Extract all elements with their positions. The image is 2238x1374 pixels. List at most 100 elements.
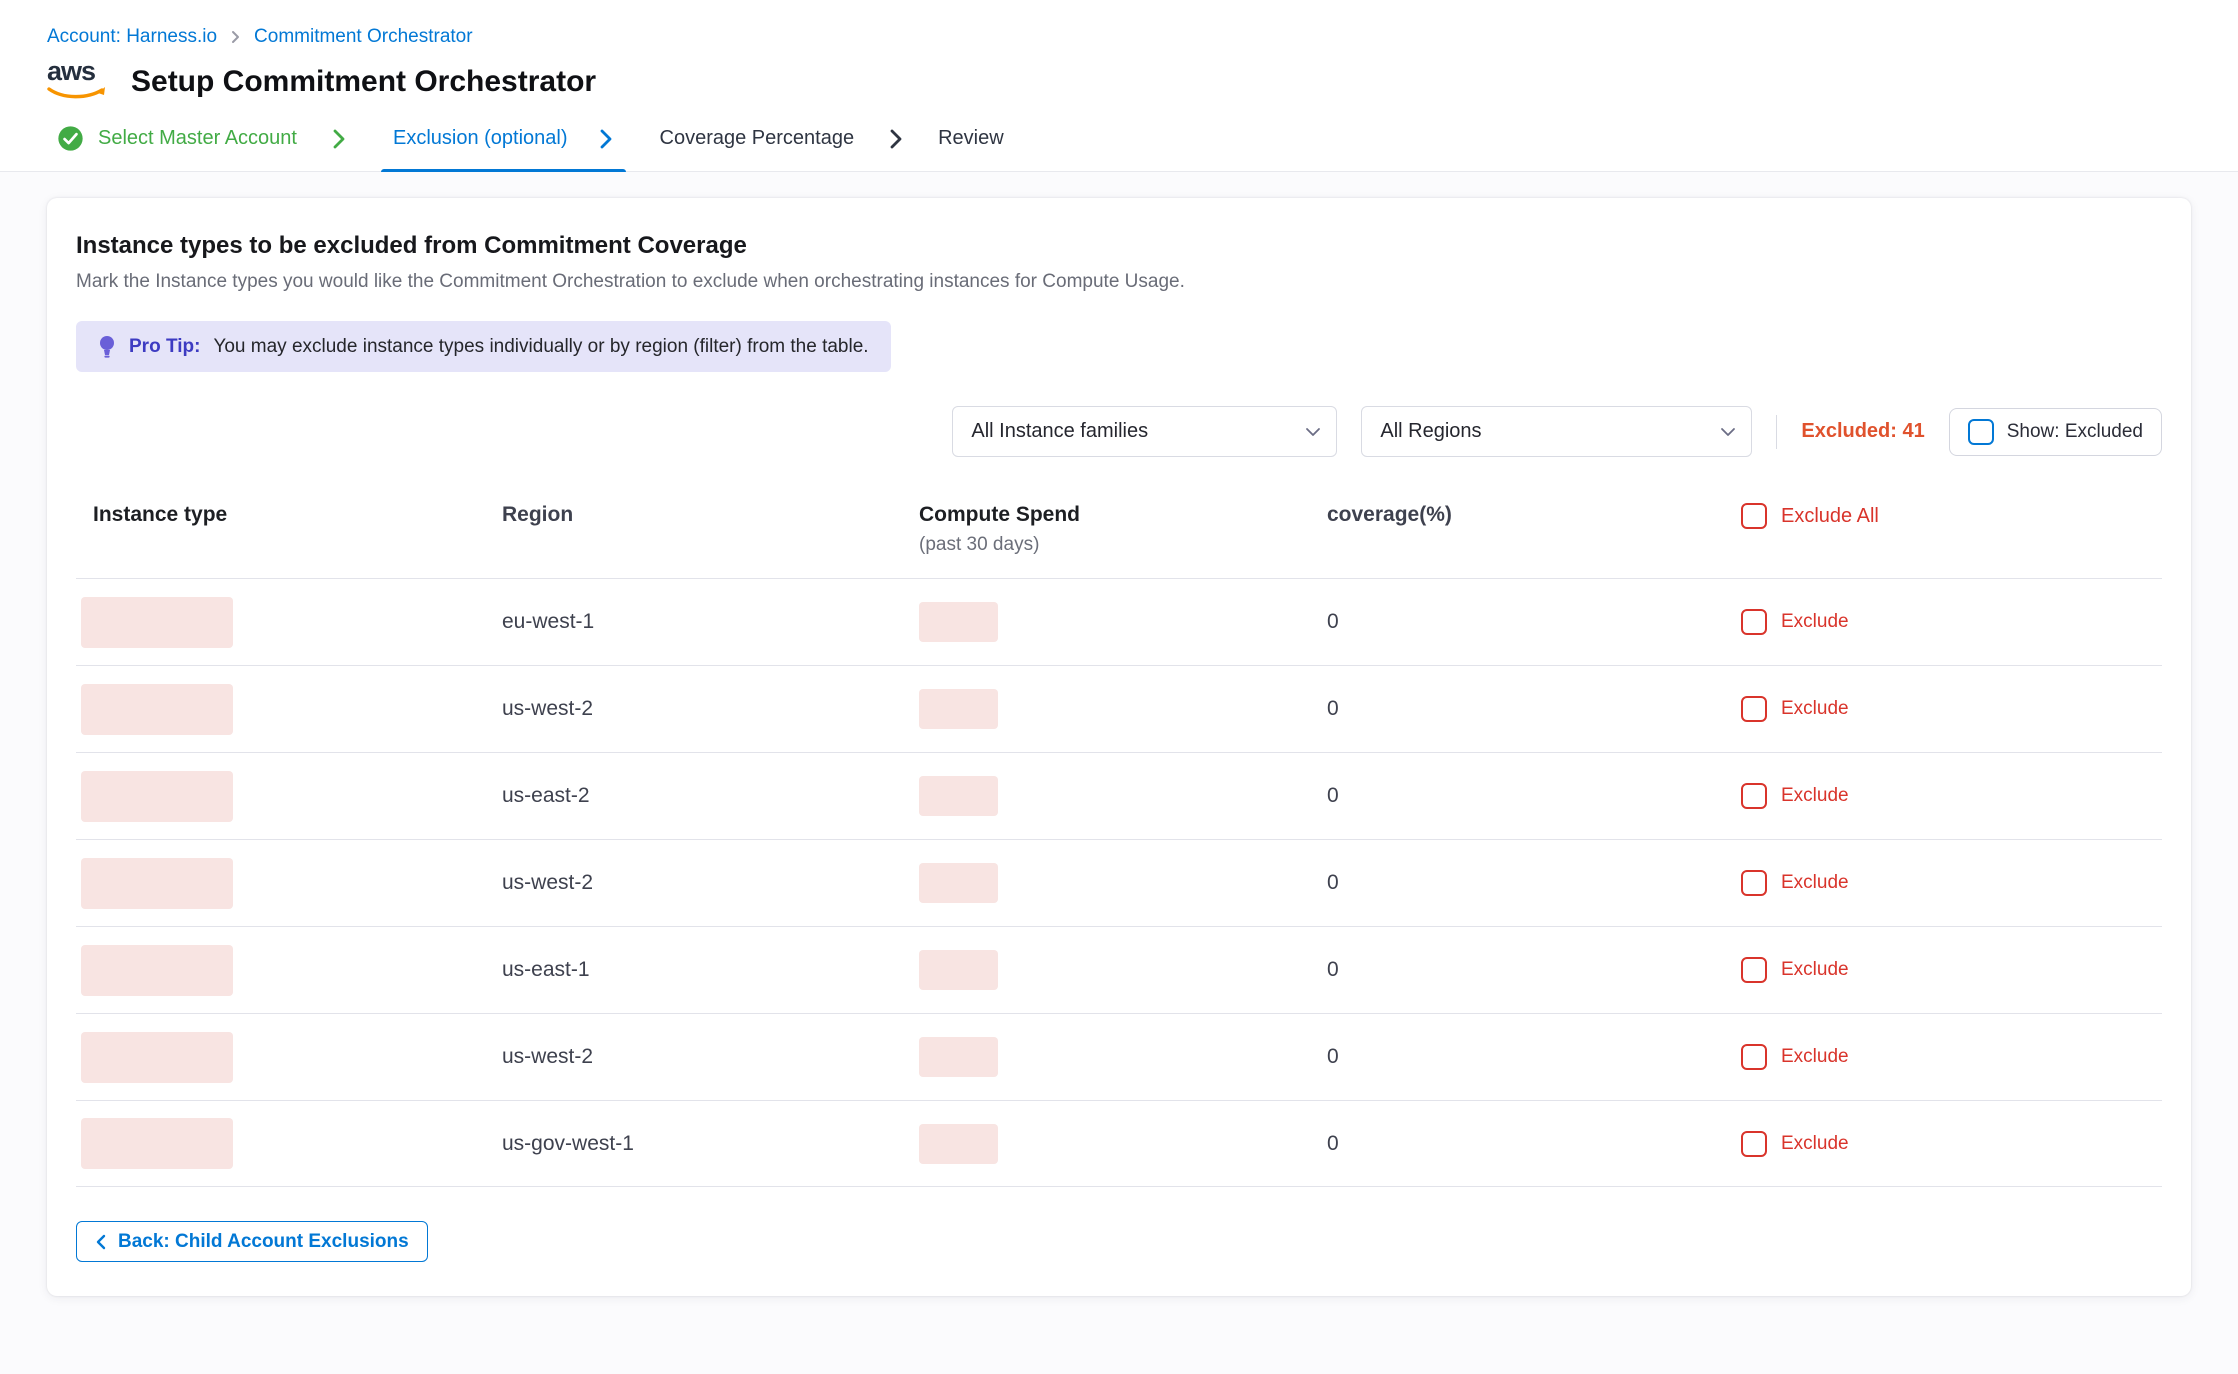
table-row: us-west-2 0 Exclude	[76, 839, 2162, 926]
instance-families-select[interactable]: All Instance families	[952, 406, 1337, 457]
exclusion-card: Instance types to be excluded from Commi…	[47, 198, 2191, 1296]
exclude-all-label[interactable]: Exclude All	[1781, 505, 1879, 528]
back-child-account-exclusions-button[interactable]: Back: Child Account Exclusions	[76, 1221, 428, 1262]
step-complete-check-icon	[57, 125, 84, 152]
setup-stepper: Select Master Account Exclusion (optiona…	[0, 106, 2238, 172]
exclude-checkbox[interactable]	[1741, 957, 1767, 983]
table-row: us-east-2 0 Exclude	[76, 752, 2162, 839]
redacted-instance-type	[81, 858, 233, 909]
step-coverage-percentage[interactable]: Coverage Percentage	[660, 127, 855, 150]
exclude-checkbox[interactable]	[1741, 696, 1767, 722]
pro-tip-label: Pro Tip:	[129, 336, 200, 358]
breadcrumb-separator-icon	[229, 29, 242, 45]
redacted-instance-type	[81, 945, 233, 996]
region-cell: us-west-2	[502, 697, 919, 721]
region-cell: us-east-1	[502, 958, 919, 982]
region-cell: us-west-2	[502, 871, 919, 895]
region-cell: us-west-2	[502, 1045, 919, 1069]
exclude-label[interactable]: Exclude	[1781, 959, 1849, 981]
aws-logo: aws	[47, 56, 113, 102]
exclude-label[interactable]: Exclude	[1781, 611, 1849, 633]
coverage-cell: 0	[1327, 958, 1741, 982]
step-review[interactable]: Review	[938, 127, 1004, 150]
column-header-instance-type: Instance type	[76, 503, 502, 527]
table-row: us-west-2 0 Exclude	[76, 1013, 2162, 1100]
coverage-cell: 0	[1327, 610, 1741, 634]
lightbulb-icon	[98, 334, 116, 360]
stepper-chevron-icon	[888, 128, 904, 150]
redacted-compute-spend	[919, 1037, 998, 1077]
stepper-chevron-icon	[598, 128, 614, 150]
breadcrumb-account-link[interactable]: Account: Harness.io	[47, 26, 217, 48]
aws-smile-icon	[47, 86, 109, 102]
step-exclusion[interactable]: Exclusion (optional)	[381, 106, 626, 171]
aws-logo-text: aws	[47, 56, 113, 86]
regions-select[interactable]: All Regions	[1361, 406, 1752, 457]
exclude-label[interactable]: Exclude	[1781, 698, 1849, 720]
redacted-instance-type	[81, 684, 233, 735]
table-row: us-west-2 0 Exclude	[76, 665, 2162, 752]
redacted-compute-spend	[919, 776, 998, 816]
show-excluded-toggle[interactable]: Show: Excluded	[1949, 408, 2162, 456]
exclude-label[interactable]: Exclude	[1781, 785, 1849, 807]
card-subheading: Mark the Instance types you would like t…	[76, 271, 2162, 293]
redacted-instance-type	[81, 1032, 233, 1083]
table-row: us-east-1 0 Exclude	[76, 926, 2162, 1013]
page-header: Account: Harness.io Commitment Orchestra…	[0, 0, 2238, 172]
excluded-count: Excluded: 41	[1801, 420, 1924, 443]
redacted-compute-spend	[919, 950, 998, 990]
redacted-compute-spend	[919, 1124, 998, 1164]
table-header-row: Instance type Region Compute Spend (past…	[76, 499, 2162, 578]
redacted-instance-type	[81, 1118, 233, 1169]
show-excluded-label: Show: Excluded	[2007, 421, 2143, 443]
exclude-checkbox[interactable]	[1741, 783, 1767, 809]
exclude-checkbox[interactable]	[1741, 870, 1767, 896]
chevron-down-icon	[1719, 426, 1737, 438]
breadcrumb-page-link[interactable]: Commitment Orchestrator	[254, 26, 473, 48]
stepper-chevron-icon	[331, 128, 347, 150]
pro-tip-banner: Pro Tip: You may exclude instance types …	[76, 321, 891, 372]
step-label: Exclusion (optional)	[393, 127, 568, 150]
column-header-exclude-all: Exclude All	[1741, 503, 2162, 529]
region-cell: us-gov-west-1	[502, 1132, 919, 1156]
chevron-down-icon	[1304, 426, 1322, 438]
exclude-all-checkbox[interactable]	[1741, 503, 1767, 529]
column-header-compute-spend-sub: (past 30 days)	[919, 534, 1327, 556]
step-label: Select Master Account	[98, 127, 297, 150]
region-cell: us-east-2	[502, 784, 919, 808]
exclude-checkbox[interactable]	[1741, 1131, 1767, 1157]
coverage-cell: 0	[1327, 1132, 1741, 1156]
breadcrumb: Account: Harness.io Commitment Orchestra…	[47, 26, 2191, 48]
show-excluded-checkbox[interactable]	[1968, 419, 1994, 445]
filters-row: All Instance families All Regions Exclud…	[76, 406, 2162, 457]
page-title: Setup Commitment Orchestrator	[131, 62, 596, 102]
back-button-label: Back: Child Account Exclusions	[118, 1231, 409, 1253]
redacted-instance-type	[81, 771, 233, 822]
exclude-checkbox[interactable]	[1741, 609, 1767, 635]
column-header-compute-spend-title: Compute Spend	[919, 503, 1327, 527]
step-select-master-account[interactable]: Select Master Account	[57, 125, 297, 152]
pro-tip-text: You may exclude instance types individua…	[213, 336, 868, 358]
exclude-label[interactable]: Exclude	[1781, 1133, 1849, 1155]
chevron-left-icon	[95, 1233, 107, 1251]
card-heading: Instance types to be excluded from Commi…	[76, 232, 2162, 260]
coverage-cell: 0	[1327, 697, 1741, 721]
column-header-region: Region	[502, 503, 919, 527]
table-row: eu-west-1 0 Exclude	[76, 578, 2162, 665]
step-label: Coverage Percentage	[660, 127, 855, 150]
exclude-checkbox[interactable]	[1741, 1044, 1767, 1070]
exclude-label[interactable]: Exclude	[1781, 872, 1849, 894]
redacted-compute-spend	[919, 689, 998, 729]
table-row: us-gov-west-1 0 Exclude	[76, 1100, 2162, 1187]
coverage-cell: 0	[1327, 871, 1741, 895]
redacted-compute-spend	[919, 863, 998, 903]
redacted-compute-spend	[919, 602, 998, 642]
exclusion-table: Instance type Region Compute Spend (past…	[76, 499, 2162, 1187]
exclude-label[interactable]: Exclude	[1781, 1046, 1849, 1068]
column-header-coverage: coverage(%)	[1327, 503, 1741, 527]
coverage-cell: 0	[1327, 1045, 1741, 1069]
region-cell: eu-west-1	[502, 610, 919, 634]
coverage-cell: 0	[1327, 784, 1741, 808]
column-header-compute-spend: Compute Spend (past 30 days)	[919, 503, 1327, 556]
instance-families-select-value: All Instance families	[971, 420, 1148, 443]
